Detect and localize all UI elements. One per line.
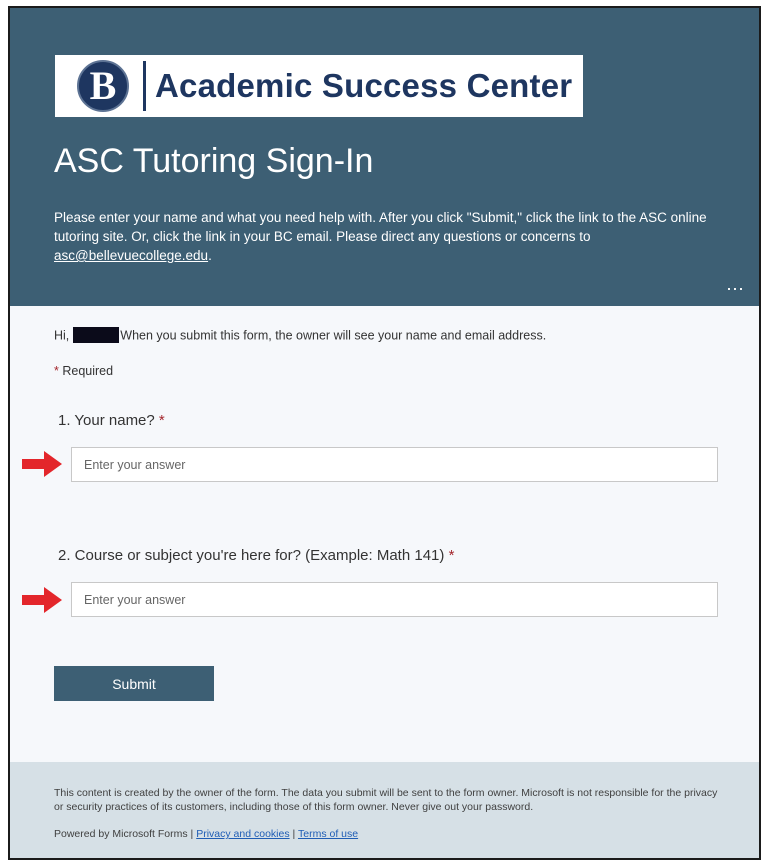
more-options-icon[interactable]: ⋯ [726,280,745,298]
form-body: Hi, When you submit this form, the owner … [10,306,759,762]
logo-divider [143,61,146,111]
powered-by-row: Powered by Microsoft Forms | Privacy and… [54,828,358,840]
question-2-text: 2. Course or subject you're here for? (E… [58,547,445,564]
email-link[interactable]: asc@bellevuecollege.edu [54,248,208,263]
required-star: * [54,364,59,378]
description-text: Please enter your name and what you need… [54,210,707,244]
terms-link[interactable]: Terms of use [298,828,358,840]
privacy-link[interactable]: Privacy and cookies [196,828,289,840]
powered-by-text: Powered by Microsoft Forms [54,828,188,840]
form-window: B Academic Success Center ASC Tutoring S… [8,6,761,860]
required-note: * Required [54,364,113,378]
owner-notice-text: When you submit this form, the owner wil… [120,328,547,343]
red-arrow-icon [22,451,62,477]
course-input[interactable] [71,582,718,617]
greeting: Hi, [54,328,70,343]
owner-notice: Hi, When you submit this form, the owner … [54,327,547,344]
submit-button[interactable]: Submit [54,666,214,701]
question-1-required-star: * [158,412,165,429]
question-1-label: 1. Your name? * [58,412,165,429]
required-label: Required [62,364,114,378]
logo-banner: B Academic Success Center [55,55,583,117]
name-input[interactable] [71,447,718,482]
college-logo-icon: B [77,60,129,112]
logo-text: Academic Success Center [155,67,573,104]
disclaimer-text: This content is created by the owner of … [54,787,718,813]
form-header: B Academic Success Center ASC Tutoring S… [10,8,759,306]
form-title: ASC Tutoring Sign-In [54,142,374,180]
question-2-required-star: * [448,547,455,564]
description-end: . [208,248,212,263]
question-2-label: 2. Course or subject you're here for? (E… [58,547,454,564]
redacted-name [73,327,120,343]
footer-separator: | [292,828,296,840]
form-footer: This content is created by the owner of … [10,762,759,858]
form-description: Please enter your name and what you need… [54,208,714,265]
red-arrow-icon [22,587,62,613]
footer-separator: | [190,828,194,840]
question-1-text: 1. Your name? [58,412,155,429]
